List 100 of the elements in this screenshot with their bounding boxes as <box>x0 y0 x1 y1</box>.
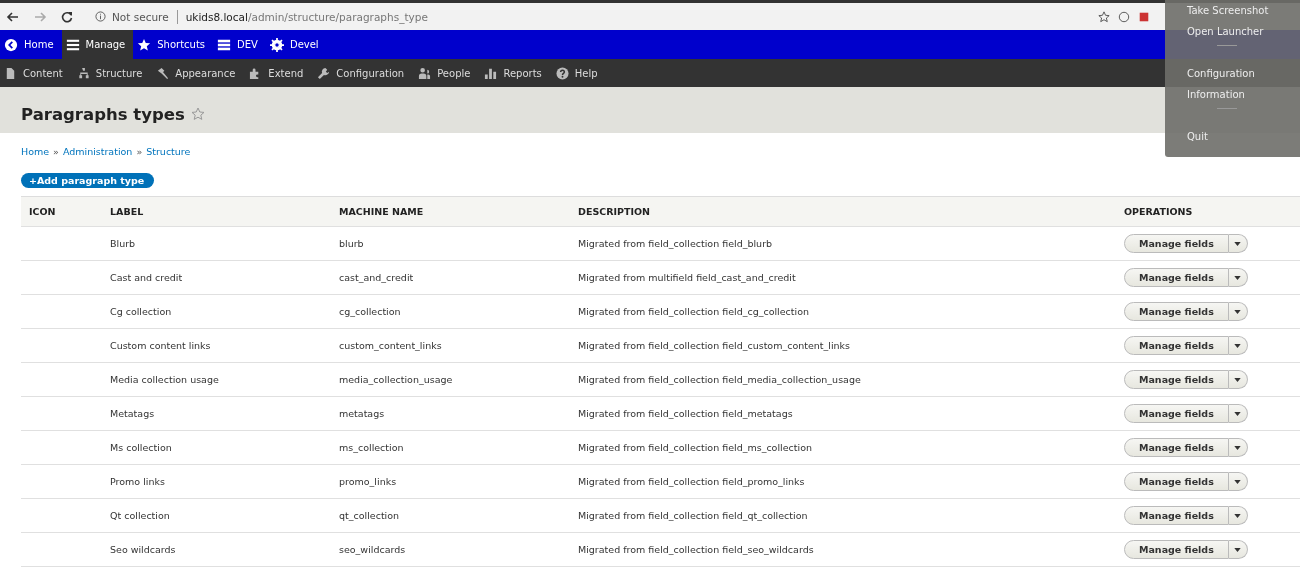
bar-chart-icon <box>484 66 498 80</box>
help-icon <box>555 66 569 80</box>
caret-icon <box>1234 547 1242 552</box>
table-cell-text: qt_collection <box>339 510 401 521</box>
menu-item[interactable]: Quit <box>1165 129 1300 150</box>
table-cell-text: Cast and credit <box>110 272 184 283</box>
table-cell-text: seo_wildcards <box>339 544 407 555</box>
table-cell-text: metatags <box>339 408 386 419</box>
toolbar-tab[interactable]: DEV <box>213 30 266 59</box>
table-cell-text: Seo wildcards <box>110 544 177 555</box>
dropdown-toggle[interactable] <box>1228 268 1248 287</box>
extension-icon[interactable] <box>1118 10 1130 23</box>
caret-icon <box>1234 411 1242 416</box>
caret-icon <box>1234 343 1242 348</box>
people-icon <box>418 66 432 80</box>
back-icon <box>4 37 18 52</box>
table-cell-text: Blurb <box>110 238 137 249</box>
breadcrumb-separator: » <box>53 146 59 157</box>
toolbar-tab[interactable]: Shortcuts <box>133 30 214 59</box>
caret-icon <box>1234 479 1242 484</box>
toolbar-tab[interactable]: Devel <box>265 30 327 59</box>
column-header: LABEL <box>110 206 145 217</box>
dropdown-toggle[interactable] <box>1228 336 1248 355</box>
dropdown-toggle[interactable] <box>1228 302 1248 321</box>
toolbar-tab[interactable]: Manage <box>61 30 134 59</box>
back-icon[interactable] <box>6 9 20 24</box>
file-icon <box>4 66 17 80</box>
table-cell-text: custom_content_links <box>339 340 443 351</box>
breadcrumb-link[interactable]: Administration <box>62 146 133 157</box>
table-cell-text: Migrated from multifield field_cast_and_credit <box>578 272 797 283</box>
manage-fields-button[interactable]: Manage fields <box>1124 472 1229 491</box>
column-header: MACHINE NAME <box>339 206 425 217</box>
admin-menu-item[interactable]: People <box>418 66 471 80</box>
manage-fields-button[interactable]: Manage fields <box>1124 506 1229 525</box>
dropdown-toggle[interactable] <box>1228 506 1248 525</box>
star-icon[interactable] <box>190 107 205 121</box>
caret-icon <box>1234 377 1242 382</box>
table-cell-text: Migrated from field_collection field_blurb <box>578 238 774 249</box>
security-label: Not secure <box>112 10 169 23</box>
table-cell-text: Migrated from field_collection field_promo_links <box>578 476 806 487</box>
caret-icon <box>1234 241 1242 246</box>
caret-icon <box>1234 513 1242 518</box>
gear-icon <box>269 37 284 52</box>
table-cell-text: Ms collection <box>110 442 173 453</box>
dropdown-toggle[interactable] <box>1228 404 1248 423</box>
admin-menu-item[interactable]: Reports <box>484 66 542 80</box>
menu-item[interactable]: Open Launcher <box>1165 24 1300 45</box>
reload-icon[interactable] <box>60 9 74 24</box>
manage-fields-button[interactable]: Manage fields <box>1124 404 1229 423</box>
admin-menu-item[interactable]: Configuration <box>317 66 405 80</box>
table-cell-text: Migrated from field_collection field_qt_collection <box>578 510 809 521</box>
table-cell-text: Custom content links <box>110 340 212 351</box>
table-cell-text: Migrated from field_collection field_media_collection_usage <box>578 374 862 385</box>
breadcrumb-separator: » <box>136 146 143 157</box>
dropdown-toggle[interactable] <box>1228 540 1248 559</box>
add-paragraph-type-button[interactable]: +Add paragraph type <box>21 173 155 188</box>
table-cell-text: Media collection usage <box>110 374 220 385</box>
table-cell-text: Qt collection <box>110 510 171 521</box>
star-icon <box>137 37 152 52</box>
hierarchy-icon <box>76 66 90 80</box>
admin-menu-item[interactable]: Content <box>4 66 63 80</box>
column-header: OPERATIONS <box>1124 206 1194 217</box>
table-cell-text: promo_links <box>339 476 398 487</box>
table-cell-text: Migrated from field_collection field_custom_content_links <box>578 340 852 351</box>
bookmark-star-icon[interactable] <box>1098 10 1110 23</box>
dropdown-toggle[interactable] <box>1228 472 1248 491</box>
manage-fields-button[interactable]: Manage fields <box>1124 540 1229 559</box>
manage-fields-button[interactable]: Manage fields <box>1124 438 1229 457</box>
toolbar-tab[interactable]: Home <box>0 30 62 59</box>
brush-icon <box>156 66 170 80</box>
admin-menu-item[interactable]: Extend <box>249 66 304 80</box>
menu-item[interactable]: Configuration <box>1165 66 1300 87</box>
table-cell-text: cast_and_credit <box>339 272 415 283</box>
table-cell-text: Migrated from field_collection field_cg_collection <box>578 306 811 317</box>
manage-fields-button[interactable]: Manage fields <box>1124 370 1229 389</box>
table-cell-text: Cg collection <box>110 306 173 317</box>
manage-fields-button[interactable]: Manage fields <box>1124 234 1229 253</box>
menu-item[interactable]: Take Screenshot <box>1165 3 1300 24</box>
admin-menu-item[interactable]: Help <box>555 66 598 80</box>
table-cell-text: Metatags <box>110 408 156 419</box>
address-bar[interactable]: Not secure ukids8.local/admin/structure/paragraphs_type <box>95 9 1090 24</box>
extension-icon[interactable] <box>1138 10 1150 23</box>
admin-menu-item[interactable]: Appearance <box>156 66 236 80</box>
column-header: ICON <box>28 206 57 217</box>
dropdown-toggle[interactable] <box>1228 234 1248 253</box>
table-cell-text: Promo links <box>110 476 166 487</box>
manage-fields-button[interactable]: Manage fields <box>1124 268 1229 287</box>
table-cell-text: ms_collection <box>339 442 405 453</box>
menu-item[interactable]: Information <box>1165 87 1300 108</box>
dropdown-toggle[interactable] <box>1228 370 1248 389</box>
column-header: DESCRIPTION <box>578 206 652 217</box>
table-cell-text: blurb <box>339 238 365 249</box>
manage-fields-button[interactable]: Manage fields <box>1124 302 1229 321</box>
manage-fields-button[interactable]: Manage fields <box>1124 336 1229 355</box>
dropdown-toggle[interactable] <box>1228 438 1248 457</box>
breadcrumb-link[interactable]: Home <box>21 146 50 157</box>
table-cell-text: Migrated from field_collection field_metatags <box>578 408 794 419</box>
breadcrumb-link[interactable]: Structure <box>146 146 191 157</box>
admin-menu-item[interactable]: Structure <box>76 66 143 80</box>
table-cell-text: Migrated from field_collection field_seo_wildcards <box>578 544 815 555</box>
